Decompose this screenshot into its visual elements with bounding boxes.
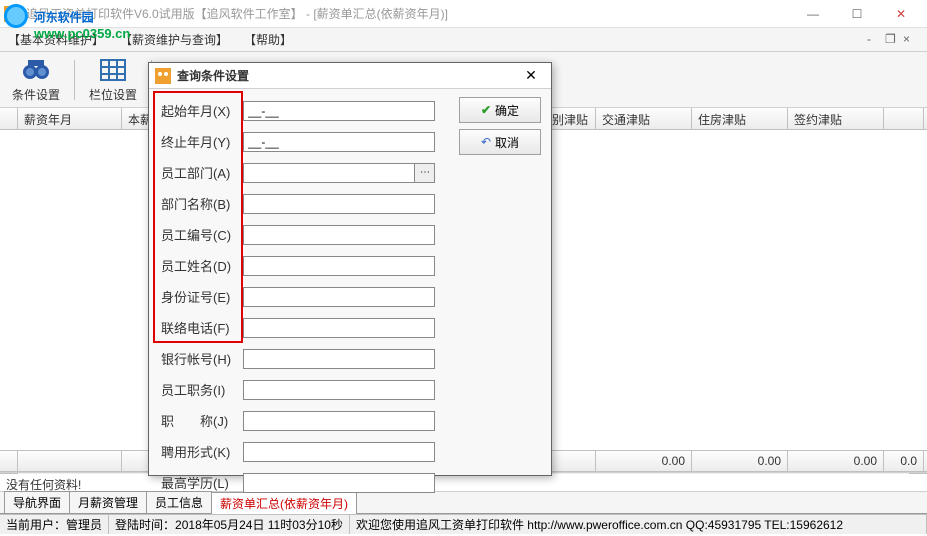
field-input[interactable] (243, 194, 435, 214)
mdi-restore-button[interactable]: ❐ (885, 32, 901, 48)
field-input[interactable] (243, 225, 435, 245)
tab-nav[interactable]: 导航界面 (4, 491, 70, 513)
cancel-icon: ↶ (481, 135, 491, 149)
status-bar: 当前用户：管理员 登陆时间：2018年05月24日 11时03分10秒 欢迎您使… (0, 514, 927, 534)
status-login-time: 登陆时间：2018年05月24日 11时03分10秒 (109, 515, 350, 534)
field-label: 员工职务(I) (157, 380, 243, 399)
form-row: 终止年月(Y) (157, 126, 435, 157)
form-row: 员工编号(C) (157, 219, 435, 250)
field-input[interactable] (243, 380, 435, 400)
field-input[interactable] (243, 132, 435, 152)
grid-icon (99, 56, 127, 84)
menu-help[interactable]: 【帮助】 (244, 31, 292, 48)
field-label: 聘用形式(K) (157, 442, 243, 461)
grid-header-cell[interactable]: 别津贴 (546, 108, 596, 129)
dialog-icon (155, 68, 171, 84)
toolbar-separator (74, 60, 75, 100)
dialog-close-button[interactable]: ✕ (517, 66, 545, 86)
field-input[interactable] (243, 473, 435, 493)
maximize-button[interactable]: ☐ (835, 0, 879, 28)
menu-salary-query[interactable]: 【薪资维护与查询】 (120, 31, 228, 48)
query-conditions-dialog: 查询条件设置 ✕ 起始年月(X) 终止年月(Y) 员工部门(A) ⋯ 部门名称(B) 员工… (148, 62, 552, 476)
scroll-right-button[interactable]: ► (909, 473, 927, 474)
form-row: 部门名称(B) (157, 188, 435, 219)
grid-header-cell[interactable]: 住房津贴 (692, 108, 788, 129)
form-row: 员工职务(I) (157, 374, 435, 405)
form-row: 职 称(J) (157, 405, 435, 436)
field-label: 终止年月(Y) (157, 132, 243, 151)
field-label: 联络电话(F) (157, 318, 243, 337)
field-input[interactable] (243, 163, 415, 183)
grid-footer-cell: 0.0 (884, 451, 924, 471)
field-label: 员工编号(C) (157, 225, 243, 244)
minimize-button[interactable]: — (791, 0, 835, 28)
field-label: 起始年月(X) (157, 101, 243, 120)
mdi-minimize-button[interactable]: - (867, 32, 883, 48)
field-label: 最高学历(L) (157, 473, 243, 492)
form-row: 聘用形式(K) (157, 436, 435, 467)
check-icon: ✔ (481, 103, 491, 117)
menu-bar: 【基本资料维护】 【薪资维护与查询】 【帮助】 - ❐ × (0, 28, 927, 52)
field-input[interactable] (243, 411, 435, 431)
form-row: 联络电话(F) (157, 312, 435, 343)
conditions-button[interactable]: 条件设置 (4, 54, 68, 106)
form-row: 员工姓名(D) (157, 250, 435, 281)
field-input[interactable] (243, 318, 435, 338)
cancel-button[interactable]: ↶取消 (459, 129, 541, 155)
field-label: 员工部门(A) (157, 163, 243, 182)
grid-footer-cell: 0.00 (596, 451, 692, 471)
status-welcome: 欢迎您使用追风工资单打印软件 http://www.pweroffice.com… (350, 515, 927, 534)
field-input[interactable] (243, 101, 435, 121)
lookup-button[interactable]: ⋯ (415, 163, 435, 183)
binoculars-icon (22, 56, 50, 84)
ok-button[interactable]: ✔确定 (459, 97, 541, 123)
no-data-message: 没有任何资料! (0, 474, 927, 492)
tab-monthly-salary[interactable]: 月薪资管理 (69, 491, 147, 513)
window-title: 追风工资单打印软件V6.0试用版【追风软件工作室】 - [薪资单汇总(依薪资年月… (26, 5, 791, 22)
field-label: 银行帐号(H) (157, 349, 243, 368)
form-row: 员工部门(A) ⋯ (157, 157, 435, 188)
menu-basic-data[interactable]: 【基本资料维护】 (8, 31, 104, 48)
document-tabs: 导航界面 月薪资管理 员工信息 薪资单汇总(依薪资年月) (0, 492, 927, 514)
grid-header-cell[interactable]: 薪资年月 (18, 108, 122, 129)
field-input[interactable] (243, 256, 435, 276)
dialog-titlebar[interactable]: 查询条件设置 ✕ (149, 63, 551, 89)
form-row: 银行帐号(H) (157, 343, 435, 374)
grid-header-cell[interactable]: 签约津贴 (788, 108, 884, 129)
app-icon (4, 6, 20, 22)
field-label: 部门名称(B) (157, 194, 243, 213)
grid-header-indicator[interactable] (0, 108, 18, 129)
grid-header-cell[interactable] (884, 108, 924, 129)
close-button[interactable]: ✕ (879, 0, 923, 28)
field-input[interactable] (243, 442, 435, 462)
field-input[interactable] (243, 349, 435, 369)
grid-footer-cell: 0.00 (692, 451, 788, 471)
form-row: 身份证号(E) (157, 281, 435, 312)
grid-header-cell[interactable]: 交通津贴 (596, 108, 692, 129)
form-row: 起始年月(X) (157, 95, 435, 126)
field-label: 员工姓名(D) (157, 256, 243, 275)
field-label: 职 称(J) (157, 411, 243, 430)
field-label: 身份证号(E) (157, 287, 243, 306)
form-row: 最高学历(L) (157, 467, 435, 498)
columns-button[interactable]: 栏位设置 (81, 54, 145, 106)
window-titlebar: 追风工资单打印软件V6.0试用版【追风软件工作室】 - [薪资单汇总(依薪资年月… (0, 0, 927, 28)
dialog-title-text: 查询条件设置 (177, 67, 517, 84)
status-user: 当前用户：管理员 (0, 515, 109, 534)
scroll-left-button[interactable]: ◄ (0, 473, 18, 474)
grid-footer-cell: 0.00 (788, 451, 884, 471)
mdi-close-button[interactable]: × (903, 32, 919, 48)
field-input[interactable] (243, 287, 435, 307)
